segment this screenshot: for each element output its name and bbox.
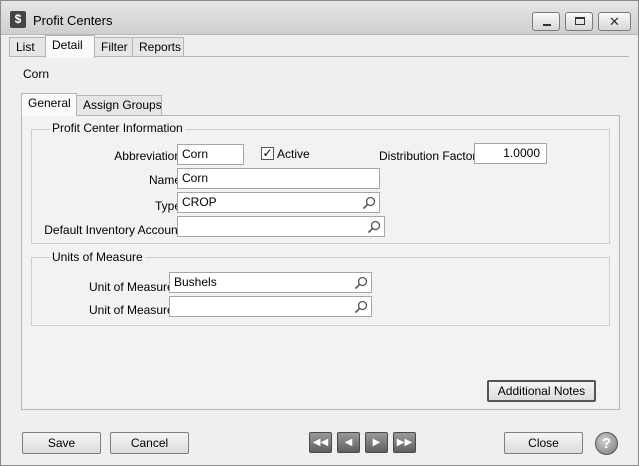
abbreviation-label: Abbreviation <box>114 149 181 163</box>
unit-of-measure-2-label: Unit of Measure 2 <box>89 303 170 317</box>
previous-record-button[interactable]: ◀ <box>337 432 360 453</box>
distribution-factor-label: Distribution Factor <box>379 149 477 163</box>
tab-general[interactable]: General <box>21 93 77 116</box>
type-value: CROP <box>182 195 217 209</box>
additional-notes-button[interactable]: Additional Notes <box>487 380 596 402</box>
profit-center-info-group: Profit Center Information Abbreviation C… <box>31 121 610 244</box>
magnifier-icon[interactable] <box>354 300 368 314</box>
previous-record-icon: ◀ <box>344 437 353 448</box>
general-panel: Profit Center Information Abbreviation C… <box>21 115 620 410</box>
last-record-button[interactable]: ▶▶ <box>393 432 416 453</box>
profit-centers-window: $ Profit Centers ✕ List Detail Filter Re… <box>0 0 639 466</box>
tab-assign-groups[interactable]: Assign Groups <box>76 95 162 115</box>
minimize-button[interactable] <box>532 12 560 31</box>
close-window-button[interactable]: ✕ <box>598 12 631 31</box>
unit-of-measure-2-field[interactable] <box>169 296 372 317</box>
tab-reports[interactable]: Reports <box>132 37 184 57</box>
tab-divider <box>9 56 629 57</box>
close-icon: ✕ <box>609 14 620 29</box>
default-inventory-account-field[interactable] <box>177 216 385 237</box>
last-record-icon: ▶▶ <box>396 437 413 448</box>
unit-of-measure-1-label: Unit of Measure 1 <box>89 280 170 294</box>
abbreviation-input[interactable]: Corn <box>177 144 244 165</box>
help-icon[interactable]: ? <box>595 432 618 455</box>
next-record-button[interactable]: ▶ <box>365 432 388 453</box>
default-inventory-account-label: Default Inventory Account <box>44 223 181 237</box>
tab-detail[interactable]: Detail <box>45 35 95 58</box>
minimize-icon <box>543 24 551 26</box>
active-checkbox[interactable]: ✓ <box>261 147 274 160</box>
title-bar[interactable]: $ Profit Centers ✕ <box>1 1 638 35</box>
profit-center-info-legend: Profit Center Information <box>50 121 185 135</box>
first-record-icon: ◀◀ <box>312 437 329 448</box>
magnifier-icon[interactable] <box>354 276 368 290</box>
unit-of-measure-1-value: Bushels <box>174 275 217 289</box>
maximize-button[interactable] <box>565 12 593 31</box>
tab-list[interactable]: List <box>9 37 46 57</box>
unit-of-measure-1-field[interactable]: Bushels <box>169 272 372 293</box>
record-name: Corn <box>23 67 50 81</box>
name-input[interactable]: Corn <box>177 168 380 189</box>
distribution-factor-input[interactable]: 1.0000 <box>474 143 547 164</box>
type-lookup-field[interactable]: CROP <box>177 192 380 213</box>
maximize-icon <box>575 17 585 25</box>
dollar-icon: $ <box>10 11 26 28</box>
next-record-icon: ▶ <box>372 437 381 448</box>
magnifier-icon[interactable] <box>367 220 381 234</box>
units-of-measure-legend: Units of Measure <box>50 250 145 264</box>
window-title: Profit Centers <box>33 13 113 28</box>
first-record-button[interactable]: ◀◀ <box>309 432 332 453</box>
magnifier-icon[interactable] <box>362 196 376 210</box>
units-of-measure-group: Units of Measure Unit of Measure 1 Bushe… <box>31 250 610 326</box>
cancel-button[interactable]: Cancel <box>110 432 189 454</box>
close-button[interactable]: Close <box>504 432 583 454</box>
tab-filter[interactable]: Filter <box>94 37 133 57</box>
active-label: Active <box>277 147 310 161</box>
save-button[interactable]: Save <box>22 432 101 454</box>
